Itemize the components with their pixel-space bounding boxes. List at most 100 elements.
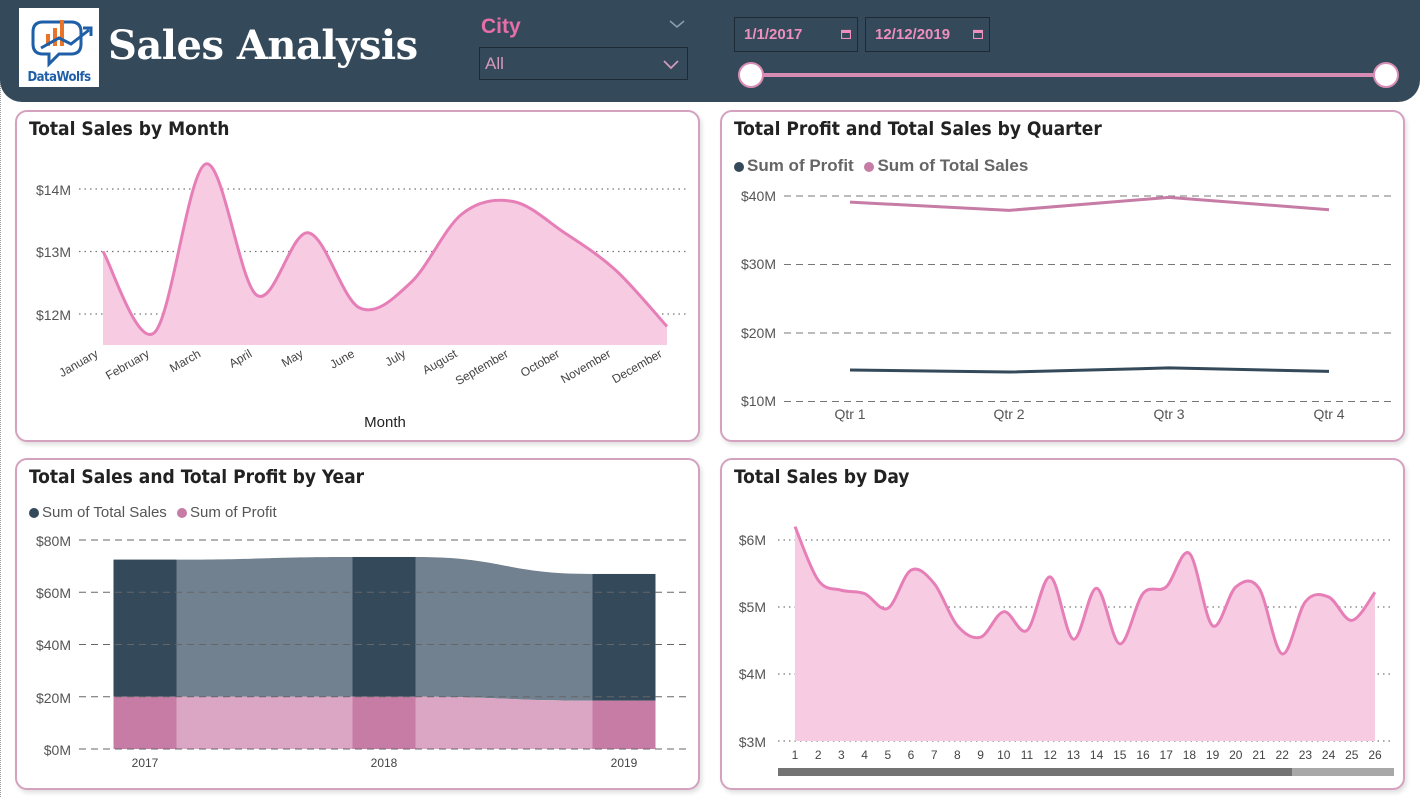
x-tick-label: April: [227, 346, 255, 370]
x-tick-label: October: [518, 346, 562, 379]
y-tick-label: $3M: [739, 734, 766, 750]
start-date-value: 1/1/2017: [744, 26, 803, 43]
sales-bar: [352, 556, 416, 697]
x-tick-label: 26: [1368, 748, 1382, 762]
datawolfs-logo: DataWolfs: [19, 8, 99, 87]
series-line-profit: [849, 366, 1330, 374]
page-title: Sales Analysis: [108, 22, 418, 69]
profit-bar: [352, 696, 416, 749]
sales-ribbon: [176, 556, 353, 697]
x-tick-label: November: [558, 346, 613, 386]
y-tick-label: $13M: [36, 244, 71, 260]
card-sales-profit-by-year[interactable]: Total Sales and Total Profit by Year Sum…: [15, 458, 700, 790]
x-tick-label: 5: [884, 748, 891, 762]
sales-ribbon: [415, 556, 593, 701]
sales-by-day-chart: $6M $5M $4M $3M 1 2 3 4 5 6 7 8 9 10 11 12 13 14 15 16 1…: [739, 526, 1394, 762]
card-profit-sales-by-quarter[interactable]: Total Profit and Total Sales by Quarter …: [720, 110, 1405, 442]
x-tick-label: 17: [1160, 748, 1174, 762]
header-bar: DataWolfs Sales Analysis City All 1/1/20…: [0, 0, 1420, 102]
profit-bar: [113, 696, 177, 749]
sales-area: [103, 163, 667, 345]
x-tick-label: 21: [1252, 748, 1266, 762]
logo-chart-icon: [31, 20, 93, 68]
x-tick-label: 7: [931, 748, 938, 762]
x-tick-label: 16: [1136, 748, 1150, 762]
x-tick-label: 2018: [371, 756, 398, 770]
y-tick-label: $6M: [739, 532, 766, 548]
start-date-input[interactable]: 1/1/2017: [734, 17, 858, 52]
city-filter-label: City: [481, 15, 521, 38]
sales-bar: [592, 573, 656, 701]
x-tick-label: Qtr 1: [834, 406, 865, 422]
sales-area: [795, 526, 1375, 741]
x-tick-label: 14: [1090, 748, 1104, 762]
x-tick-label: December: [610, 346, 665, 386]
logo-text: DataWolfs: [27, 70, 91, 85]
y-tick-label: $20M: [741, 325, 776, 341]
x-tick-label: June: [327, 346, 357, 371]
x-tick-label: 25: [1345, 748, 1359, 762]
date-slider-start-handle[interactable]: [738, 62, 764, 88]
x-tick-label: 12: [1044, 748, 1058, 762]
sales-by-month-chart: $14M $13M $12M Month January February Marc…: [36, 162, 687, 431]
x-tick-label: July: [383, 346, 408, 369]
x-tick-label: 10: [997, 748, 1011, 762]
x-tick-label: 22: [1276, 748, 1290, 762]
city-dropdown[interactable]: All: [479, 47, 688, 80]
x-tick-label: Qtr 3: [1153, 406, 1184, 422]
scrollbar-thumb[interactable]: [778, 768, 1292, 776]
x-tick-label: 13: [1067, 748, 1081, 762]
profit-sales-by-quarter-chart: $40M $30M $20M $10M Qtr 1 Qtr 2 Qtr 3 Qtr 4: [741, 188, 1394, 422]
x-tick-label: May: [279, 346, 306, 369]
y-tick-label: $60M: [36, 585, 71, 601]
x-tick-label: January: [57, 346, 101, 379]
chevron-down-icon: [663, 60, 679, 70]
x-tick-label: 23: [1299, 748, 1313, 762]
x-tick-label: 4: [861, 748, 868, 762]
x-tick-label: 9: [977, 748, 984, 762]
x-tick-label: 15: [1113, 748, 1127, 762]
chevron-down-icon[interactable]: [668, 18, 686, 30]
sales-bar: [113, 559, 177, 697]
y-tick-label: $20M: [36, 690, 71, 706]
y-tick-label: $40M: [36, 637, 71, 653]
calendar-icon[interactable]: [973, 29, 983, 39]
x-axis-title: Month: [364, 414, 406, 431]
x-tick-label: February: [103, 346, 152, 382]
x-tick-label: Qtr 2: [993, 406, 1024, 422]
y-tick-label: $80M: [36, 533, 71, 549]
x-tick-label: 19: [1206, 748, 1220, 762]
y-tick-label: $4M: [739, 666, 766, 682]
y-tick-label: $5M: [739, 599, 766, 615]
x-tick-label: 1: [792, 748, 799, 762]
y-tick-label: $10M: [741, 393, 776, 409]
end-date-input[interactable]: 12/12/2019: [865, 17, 990, 52]
x-tick-label: September: [453, 346, 511, 387]
y-tick-label: $12M: [36, 307, 71, 323]
profit-bar: [592, 700, 656, 749]
y-tick-label: $40M: [741, 188, 776, 204]
end-date-value: 12/12/2019: [875, 26, 951, 43]
x-tick-label: March: [167, 346, 203, 375]
x-tick-label: 24: [1322, 748, 1336, 762]
date-range-slider[interactable]: [751, 73, 1386, 77]
x-tick-label: 20: [1229, 748, 1243, 762]
city-dropdown-value: All: [485, 54, 504, 73]
horizontal-scrollbar[interactable]: [778, 768, 1394, 776]
x-tick-label: 2017: [132, 756, 159, 770]
x-tick-label: 18: [1183, 748, 1197, 762]
x-tick-label: Qtr 4: [1313, 406, 1344, 422]
sales-profit-by-year-chart: $80M $60M $40M $20M $0M 2017 2018 2019: [36, 533, 689, 770]
x-tick-label: 8: [954, 748, 961, 762]
x-tick-label: 2019: [611, 756, 638, 770]
profit-ribbon: [176, 696, 353, 749]
x-tick-label: 2: [815, 748, 822, 762]
date-slider-end-handle[interactable]: [1373, 62, 1399, 88]
x-tick-label: 6: [908, 748, 915, 762]
calendar-icon[interactable]: [841, 29, 851, 39]
x-tick-label: August: [420, 346, 460, 377]
x-tick-label: 3: [838, 748, 845, 762]
card-sales-by-month[interactable]: Total Sales by Month $14M $13M $12M Mont…: [15, 110, 700, 442]
card-sales-by-day[interactable]: Total Sales by Day $6M $5M $4M $3M 12345…: [720, 458, 1405, 790]
y-tick-label: $30M: [741, 256, 776, 272]
